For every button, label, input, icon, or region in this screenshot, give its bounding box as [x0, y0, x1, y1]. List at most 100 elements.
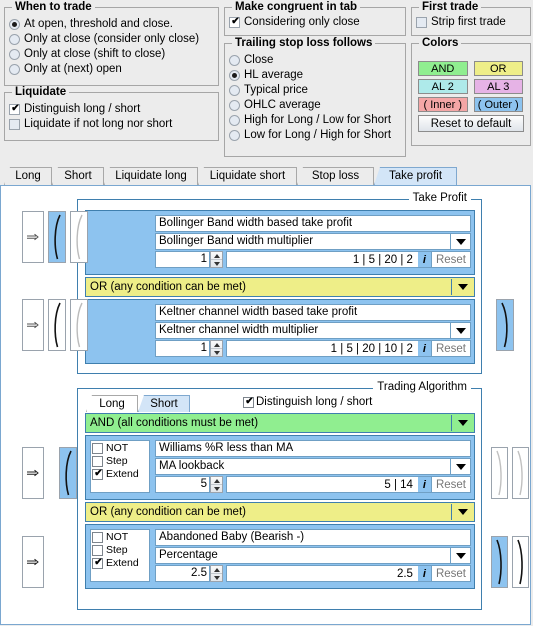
- ta1-paren-open-button[interactable]: [59, 447, 77, 499]
- reset-to-default-button[interactable]: Reset to default: [418, 115, 524, 132]
- chevron-down-icon[interactable]: [450, 548, 470, 563]
- tab-stop-loss[interactable]: Stop loss: [297, 167, 374, 185]
- radio-high-long-low-short[interactable]: [229, 115, 240, 126]
- radio-low-long-high-short[interactable]: [229, 130, 240, 141]
- checkbox-ta-distinguish[interactable]: [243, 396, 255, 408]
- tp1-name-field[interactable]: Bollinger Band width based take profit: [155, 215, 471, 232]
- radio-row-low-long-high-short[interactable]: Low for Long / High for Short: [225, 128, 405, 143]
- radio-row-close[interactable]: Close: [225, 53, 405, 68]
- checkbox-ta2-not[interactable]: [92, 532, 103, 543]
- spinner-down-icon[interactable]: [211, 485, 222, 492]
- chevron-down-icon[interactable]: [451, 415, 473, 431]
- ta1-implies-button[interactable]: [22, 447, 44, 499]
- ta2-paren-close-button-1[interactable]: [491, 536, 508, 588]
- ta2-implies-button[interactable]: [22, 536, 44, 588]
- chevron-down-icon[interactable]: [450, 234, 470, 249]
- tp1-reset-button[interactable]: Reset: [430, 252, 470, 267]
- tp1-spin-value[interactable]: 1: [155, 251, 210, 268]
- tp1-paren-open-button-1[interactable]: [48, 211, 66, 263]
- ta1-spinner-buttons[interactable]: [210, 476, 223, 493]
- tab-short[interactable]: Short: [52, 167, 104, 185]
- tp2-name-field[interactable]: Keltner channel width based take profit: [155, 304, 471, 321]
- color-swatch-or[interactable]: OR: [473, 61, 523, 76]
- radio-row-typical-price[interactable]: Typical price: [225, 83, 405, 98]
- info-icon[interactable]: i: [417, 477, 431, 492]
- tab-take-profit[interactable]: Take profit: [374, 167, 457, 185]
- radio-row-only-next-open[interactable]: Only at (next) open: [5, 62, 218, 77]
- checkbox-row-considering-only-close[interactable]: Considering only close: [225, 15, 405, 30]
- take-profit-or-bar[interactable]: OR (any condition can be met): [85, 277, 475, 297]
- color-swatch-outer-paren[interactable]: ( Outer ): [473, 97, 523, 112]
- spinner-up-icon[interactable]: [211, 252, 222, 260]
- checkbox-row-distinguish-long-short[interactable]: Distinguish long / short: [5, 102, 218, 117]
- radio-row-only-close-shift[interactable]: Only at close (shift to close): [5, 47, 218, 62]
- ta1-name-field[interactable]: Williams %R less than MA: [155, 440, 471, 457]
- radio-row-at-open[interactable]: At open, threshold and close.: [5, 17, 218, 32]
- radio-hl-average[interactable]: [229, 70, 240, 81]
- trading-algorithm-and-bar[interactable]: AND (all conditions must be met): [85, 413, 475, 433]
- tp1-spinner-buttons[interactable]: [210, 251, 223, 268]
- tp2-spinner-buttons[interactable]: [210, 340, 223, 357]
- radio-row-high-long-low-short[interactable]: High for Long / Low for Short: [225, 113, 405, 128]
- ta1-paren-close-button-2[interactable]: [512, 447, 529, 499]
- radio-only-next-open[interactable]: [9, 64, 20, 75]
- radio-at-open[interactable]: [9, 19, 20, 30]
- ta1-flag-step-row[interactable]: Step: [92, 455, 147, 468]
- checkbox-ta1-extend[interactable]: [92, 468, 104, 480]
- radio-typical-price[interactable]: [229, 85, 240, 96]
- ta1-spin-value[interactable]: 5: [155, 476, 210, 493]
- tp2-param-combo[interactable]: Keltner channel width multiplier: [155, 322, 471, 339]
- ta2-spin-value[interactable]: 2.5: [155, 565, 210, 582]
- tp1-param-combo[interactable]: Bollinger Band width multiplier: [155, 233, 471, 250]
- chevron-down-icon[interactable]: [450, 323, 470, 338]
- tab-liquidate-short[interactable]: Liquidate short: [198, 167, 297, 185]
- tp2-paren-open-button-2[interactable]: [70, 299, 88, 351]
- ta-distinguish-row[interactable]: Distinguish long / short: [243, 396, 372, 408]
- tp2-implies-button[interactable]: [22, 299, 44, 351]
- checkbox-strip-first-trade[interactable]: [416, 17, 427, 28]
- radio-row-only-close-consider[interactable]: Only at close (consider only close): [5, 32, 218, 47]
- radio-row-hl-average[interactable]: HL average: [225, 68, 405, 83]
- color-swatch-al2[interactable]: AL 2: [418, 79, 468, 94]
- radio-only-close-shift[interactable]: [9, 49, 20, 60]
- spinner-down-icon[interactable]: [211, 260, 222, 267]
- color-swatch-al3[interactable]: AL 3: [473, 79, 523, 94]
- ta1-flag-extend-row[interactable]: Extend: [92, 468, 147, 481]
- ta1-param-combo[interactable]: MA lookback: [155, 458, 471, 475]
- ta2-paren-close-button-2[interactable]: [512, 536, 529, 588]
- ta1-flag-not-row[interactable]: NOT: [92, 442, 147, 455]
- info-icon[interactable]: i: [417, 341, 431, 356]
- checkbox-ta1-step[interactable]: [92, 456, 103, 467]
- chevron-down-icon[interactable]: [451, 504, 473, 520]
- chevron-down-icon[interactable]: [450, 459, 470, 474]
- tp1-implies-button[interactable]: [22, 211, 44, 263]
- checkbox-ta1-not[interactable]: [92, 443, 103, 454]
- chevron-down-icon[interactable]: [451, 279, 473, 295]
- spinner-up-icon[interactable]: [211, 566, 222, 574]
- tp1-paren-open-button-2[interactable]: [70, 211, 88, 263]
- color-swatch-and[interactable]: AND: [418, 61, 468, 76]
- tp2-paren-open-button-1[interactable]: [48, 299, 66, 351]
- inner-tab-long[interactable]: Long: [86, 395, 138, 412]
- checkbox-ta2-step[interactable]: [92, 545, 103, 556]
- color-swatch-inner-paren[interactable]: ( Inner ): [418, 97, 468, 112]
- checkbox-row-strip-first-trade[interactable]: Strip first trade: [412, 15, 530, 30]
- tp2-reset-button[interactable]: Reset: [430, 341, 470, 356]
- spinner-up-icon[interactable]: [211, 341, 222, 349]
- radio-ohlc-average[interactable]: [229, 100, 240, 111]
- radio-only-close-consider[interactable]: [9, 34, 20, 45]
- ta2-reset-button[interactable]: Reset: [430, 566, 470, 581]
- ta2-flag-step-row[interactable]: Step: [92, 544, 147, 557]
- ta1-reset-button[interactable]: Reset: [430, 477, 470, 492]
- checkbox-liquidate-if-not[interactable]: [9, 119, 20, 130]
- tab-long[interactable]: Long: [4, 167, 52, 185]
- tp2-spin-value[interactable]: 1: [155, 340, 210, 357]
- spinner-down-icon[interactable]: [211, 574, 222, 581]
- tab-liquidate-long[interactable]: Liquidate long: [104, 167, 198, 185]
- ta2-param-combo[interactable]: Percentage: [155, 547, 471, 564]
- checkbox-ta2-extend[interactable]: [92, 557, 104, 569]
- ta2-name-field[interactable]: Abandoned Baby (Bearish -): [155, 529, 471, 546]
- ta2-flag-extend-row[interactable]: Extend: [92, 557, 147, 570]
- tp2-paren-close-button[interactable]: [496, 299, 514, 351]
- inner-tab-short[interactable]: Short: [138, 395, 190, 412]
